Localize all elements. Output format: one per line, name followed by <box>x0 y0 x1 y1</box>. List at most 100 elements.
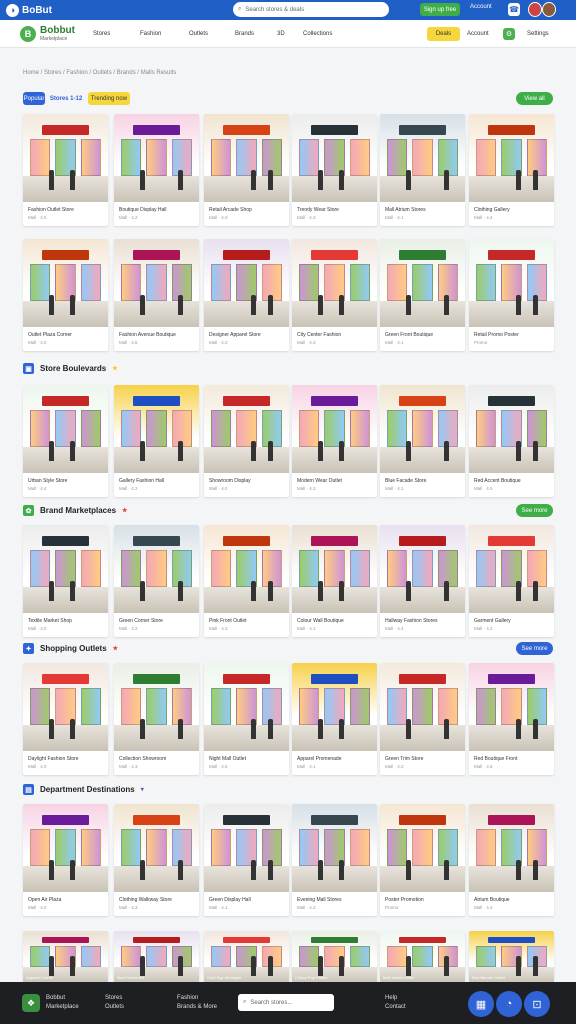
footer-link[interactable]: Marketplace <box>46 1004 79 1010</box>
chat-icon[interactable]: ◔ <box>496 991 522 1017</box>
store-card[interactable]: Fashion Avenue Boutique Mall · 4.6 <box>114 239 199 351</box>
nav-item-collections[interactable]: Collections <box>303 31 332 37</box>
store-card-title[interactable]: Fashion Avenue Boutique <box>119 332 194 338</box>
store-image[interactable] <box>380 804 465 892</box>
store-image[interactable] <box>114 385 199 473</box>
store-card-title[interactable]: Colour Wall Boutique <box>297 618 372 624</box>
trending-pill[interactable]: Trending now <box>88 92 130 105</box>
store-image[interactable] <box>469 114 554 202</box>
store-card-title[interactable]: Designer Apparel Store <box>209 332 284 338</box>
store-image[interactable] <box>23 385 108 473</box>
store-image[interactable] <box>469 525 554 613</box>
store-card[interactable]: Garment Gallery Mall · 4.2 <box>469 525 554 637</box>
footer-link[interactable]: Bobbut <box>46 995 79 1001</box>
store-card-title[interactable]: Boutique Display Hall <box>119 207 194 213</box>
nav-item-fashion[interactable]: Fashion <box>140 31 161 37</box>
store-image[interactable] <box>469 385 554 473</box>
popular-pill[interactable]: Popular <box>23 92 45 105</box>
store-image[interactable] <box>23 114 108 202</box>
account-link-2[interactable]: Account <box>467 31 489 37</box>
store-card[interactable]: Fashion Outlet Store Mall · 4.5 <box>23 114 108 226</box>
footer-logo-icon[interactable]: ❖ <box>22 994 40 1012</box>
store-image[interactable] <box>23 239 108 327</box>
store-card[interactable]: Blue Promo Art <box>114 931 199 983</box>
store-card-title[interactable]: Retail Promo Poster <box>474 332 549 338</box>
store-image[interactable] <box>114 804 199 892</box>
store-card[interactable]: Apparel Corner <box>23 931 108 983</box>
footer-link[interactable]: Fashion <box>177 995 217 1001</box>
breadcrumb[interactable]: Home / Stores / Fashion / Outlets / Bran… <box>23 70 176 76</box>
store-image[interactable] <box>114 525 199 613</box>
store-card[interactable]: Trendy Wear Store Mall · 4.3 <box>292 114 377 226</box>
app-logo[interactable]: ◑ BoBut <box>6 3 52 17</box>
store-card-title[interactable]: Mall Atrium Stores <box>385 207 460 213</box>
see-more-button[interactable]: See more <box>516 642 553 655</box>
tab-stores[interactable]: Stores 1-12 <box>49 92 83 105</box>
store-card[interactable]: Modern Wear Outlet Mall · 4.3 <box>292 385 377 497</box>
footer-link[interactable]: Contact <box>385 1004 406 1010</box>
nav-item-3d[interactable]: 3D <box>277 31 285 37</box>
store-card[interactable]: Showroom Display Mall · 4.0 <box>204 385 289 497</box>
avatar[interactable] <box>528 2 542 17</box>
store-image[interactable] <box>114 239 199 327</box>
store-card-title[interactable]: Red Boutique Front <box>474 756 549 762</box>
store-image[interactable] <box>204 663 289 751</box>
store-image[interactable] <box>380 525 465 613</box>
store-card[interactable]: Designer Apparel Store Mall · 4.2 <box>204 239 289 351</box>
footer-link[interactable]: Help <box>385 995 406 1001</box>
store-card-title[interactable]: Blue Facade Store <box>385 478 460 484</box>
store-image[interactable] <box>292 804 377 892</box>
store-card[interactable]: Mall Atrium Stores Mall · 4.1 <box>380 114 465 226</box>
store-card-title[interactable]: Showroom Display <box>209 478 284 484</box>
store-card[interactable]: Red Boutique Front Mall · 4.6 <box>469 663 554 775</box>
store-card-title[interactable]: Pink Front Outlet <box>209 618 284 624</box>
store-image[interactable]: Gold Sign Boutique <box>204 931 289 983</box>
store-icon[interactable]: ▦ <box>468 991 494 1017</box>
store-card-title[interactable]: Gallery Fashion Hall <box>119 478 194 484</box>
store-card-title[interactable]: Clothing Gallery <box>474 207 549 213</box>
store-card[interactable]: Green Trim Store Mall · 4.2 <box>380 663 465 775</box>
store-card-title[interactable]: Clothing Walkway Store <box>119 897 194 903</box>
store-image[interactable]: Colour Pop Poster <box>292 931 377 983</box>
store-image[interactable] <box>380 114 465 202</box>
store-image[interactable] <box>23 804 108 892</box>
store-card-title[interactable]: Red Accent Boutique <box>474 478 549 484</box>
store-image[interactable] <box>114 663 199 751</box>
cart-icon[interactable]: ⊡ <box>524 991 550 1017</box>
store-card[interactable]: Blue Facade Store Mall · 4.1 <box>380 385 465 497</box>
store-card-title[interactable]: Modern Wear Outlet <box>297 478 372 484</box>
account-link[interactable]: Account <box>470 4 492 10</box>
store-card-title[interactable]: Garment Gallery <box>474 618 549 624</box>
store-card[interactable]: Poster Promotion Promo <box>380 804 465 916</box>
store-card-title[interactable]: Apparel Promenade <box>297 756 372 762</box>
store-image[interactable]: Mall Interior Walk <box>380 931 465 983</box>
store-image[interactable] <box>292 239 377 327</box>
store-card[interactable]: Outlet Plaza Corner Mall · 4.0 <box>23 239 108 351</box>
store-card[interactable]: Daylight Fashion Store Mall · 4.0 <box>23 663 108 775</box>
store-image[interactable] <box>204 239 289 327</box>
store-card[interactable]: Hallway Fashion Stores Mall · 4.4 <box>380 525 465 637</box>
footer-link[interactable]: Brands & More <box>177 1004 217 1010</box>
store-card[interactable]: Clothing Gallery Mall · 4.4 <box>469 114 554 226</box>
store-card[interactable]: City Center Fashion Mall · 4.3 <box>292 239 377 351</box>
store-card[interactable]: Red Banner Outlet <box>469 931 554 983</box>
store-card[interactable]: Green Front Boutique Mall · 4.1 <box>380 239 465 351</box>
store-image[interactable] <box>292 663 377 751</box>
top-search-input[interactable]: ⌕ Search stores & deals <box>233 2 389 17</box>
footer-link[interactable]: Stores <box>105 995 124 1001</box>
store-card-title[interactable]: Retail Arcade Shop <box>209 207 284 213</box>
store-image[interactable] <box>380 663 465 751</box>
store-image[interactable] <box>380 239 465 327</box>
store-card[interactable]: Red Accent Boutique Mall · 4.5 <box>469 385 554 497</box>
store-card[interactable]: Pink Front Outlet Mall · 4.3 <box>204 525 289 637</box>
store-card-title[interactable]: Collection Showroom <box>119 756 194 762</box>
store-card-title[interactable]: Green Display Hall <box>209 897 284 903</box>
store-image[interactable]: Apparel Corner <box>23 931 108 983</box>
avatar-secondary[interactable] <box>542 2 556 17</box>
see-more-button[interactable]: See more <box>516 504 553 517</box>
store-card[interactable]: Atrium Boutique Mall · 4.4 <box>469 804 554 916</box>
store-image[interactable] <box>292 385 377 473</box>
store-card-title[interactable]: Atrium Boutique <box>474 897 549 903</box>
brand[interactable]: B Bobbut Marketplace <box>20 25 75 42</box>
store-image[interactable] <box>204 804 289 892</box>
